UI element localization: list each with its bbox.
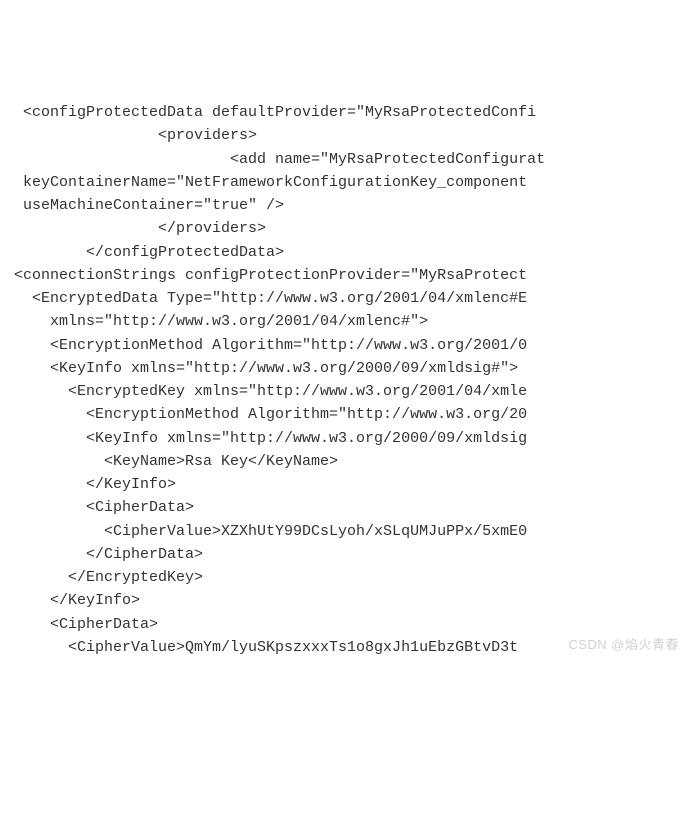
code-line: </KeyInfo> [14, 589, 691, 612]
code-line: <CipherValue>XZXhUtY99DCsLyoh/xSLqUMJuPP… [14, 520, 691, 543]
code-line: keyContainerName="NetFrameworkConfigurat… [14, 171, 691, 194]
code-line: </configProtectedData> [14, 241, 691, 264]
code-line: </providers> [14, 217, 691, 240]
code-line: <KeyInfo xmlns="http://www.w3.org/2000/0… [14, 357, 691, 380]
code-block: <configProtectedData defaultProvider="My… [14, 101, 691, 659]
code-line: <EncryptedKey xmlns="http://www.w3.org/2… [14, 380, 691, 403]
code-line: </CipherData> [14, 543, 691, 566]
code-line: <CipherData> [14, 613, 691, 636]
watermark: CSDN @焰火青春 [568, 635, 679, 655]
code-line: <connectionStrings configProtectionProvi… [14, 264, 691, 287]
code-line: xmlns="http://www.w3.org/2001/04/xmlenc#… [14, 310, 691, 333]
code-line: <EncryptionMethod Algorithm="http://www.… [14, 403, 691, 426]
code-line: <providers> [14, 124, 691, 147]
code-line: <add name="MyRsaProtectedConfigurat [14, 148, 691, 171]
code-line: <KeyName>Rsa Key</KeyName> [14, 450, 691, 473]
code-line: </EncryptedKey> [14, 566, 691, 589]
code-line: <EncryptedData Type="http://www.w3.org/2… [14, 287, 691, 310]
code-line: <KeyInfo xmlns="http://www.w3.org/2000/0… [14, 427, 691, 450]
code-line: <configProtectedData defaultProvider="My… [14, 101, 691, 124]
code-line: </KeyInfo> [14, 473, 691, 496]
code-line: useMachineContainer="true" /> [14, 194, 691, 217]
code-line: <CipherData> [14, 496, 691, 519]
code-line: <EncryptionMethod Algorithm="http://www.… [14, 334, 691, 357]
